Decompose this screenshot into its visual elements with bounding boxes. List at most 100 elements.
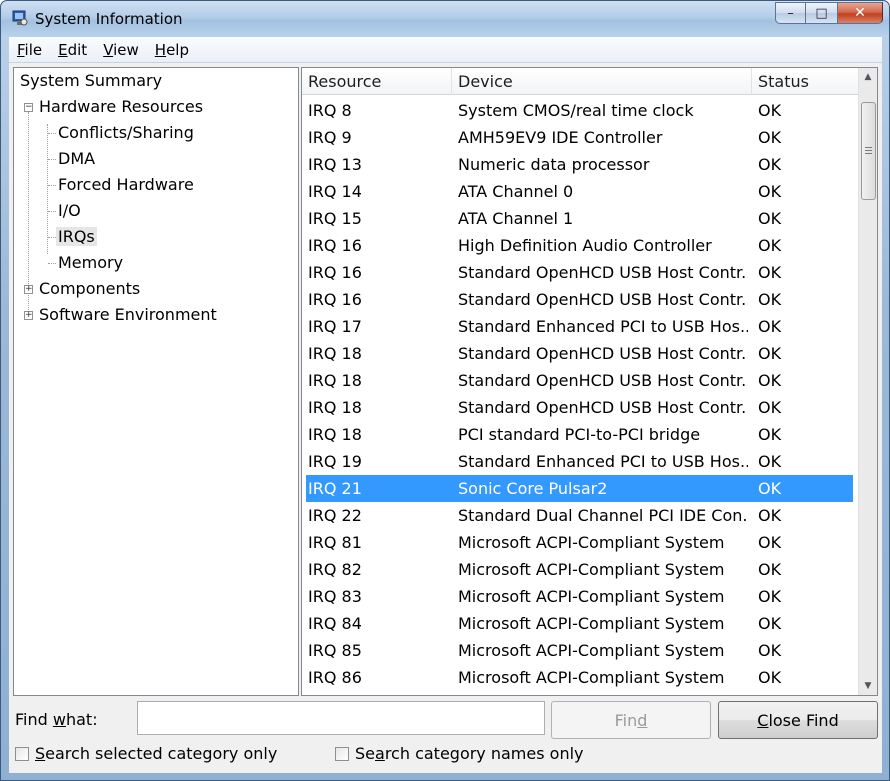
- cell-resource: IRQ 21: [308, 479, 362, 498]
- cell-device: Sonic Core Pulsar2: [458, 479, 608, 498]
- column-header-device[interactable]: Device: [452, 68, 752, 95]
- close-find-button[interactable]: Close Find: [718, 701, 878, 739]
- table-row[interactable]: IRQ 19 Standard Enhanced PCI to USB Hos..…: [306, 448, 853, 475]
- column-header-status[interactable]: Status: [752, 68, 858, 95]
- cell-resource: IRQ 8: [308, 101, 352, 120]
- table-row[interactable]: IRQ 9 AMH59EV9 IDE Controller OK: [306, 124, 853, 151]
- scroll-up-icon[interactable]: ▲: [859, 68, 877, 86]
- table-row[interactable]: IRQ 83 Microsoft ACPI-Compliant System OK: [306, 583, 853, 610]
- cell-device: ATA Channel 1: [458, 209, 574, 228]
- cell-status: OK: [758, 263, 782, 282]
- cell-status: OK: [758, 506, 782, 525]
- table-row[interactable]: IRQ 16 Standard OpenHCD USB Host Contr...…: [306, 286, 853, 313]
- menu-help[interactable]: Help: [147, 41, 197, 59]
- cell-status: OK: [758, 479, 782, 498]
- table-row[interactable]: IRQ 86 Microsoft ACPI-Compliant System OK: [306, 664, 853, 691]
- cell-device: AMH59EV9 IDE Controller: [458, 128, 663, 147]
- table-row[interactable]: IRQ 84 Microsoft ACPI-Compliant System OK: [306, 610, 853, 637]
- tree-item-dma[interactable]: DMA: [56, 146, 97, 172]
- menu-file[interactable]: File: [9, 41, 50, 59]
- cell-device: Standard OpenHCD USB Host Contr...: [458, 290, 748, 309]
- cell-status: OK: [758, 452, 782, 471]
- menu-edit[interactable]: Edit: [50, 41, 95, 59]
- table-row[interactable]: IRQ 17 Standard Enhanced PCI to USB Hos..…: [306, 313, 853, 340]
- table-row[interactable]: IRQ 18 Standard OpenHCD USB Host Contr...…: [306, 340, 853, 367]
- minimize-button[interactable]: –: [775, 2, 805, 24]
- menu-view[interactable]: View: [95, 41, 147, 59]
- search-selected-category-checkbox[interactable]: Search selected category only: [15, 744, 277, 763]
- system-information-window: System Information – □ ✕ File Edit View …: [0, 0, 890, 781]
- grip-line: [865, 153, 872, 154]
- cell-resource: IRQ 16: [308, 263, 362, 282]
- cell-resource: IRQ 15: [308, 209, 362, 228]
- grip-line: [865, 150, 872, 151]
- find-button[interactable]: Fin d: [551, 701, 711, 739]
- table-row[interactable]: IRQ 82 Microsoft ACPI-Compliant System OK: [306, 556, 853, 583]
- table-row[interactable]: IRQ 18 Standard OpenHCD USB Host Contr...…: [306, 367, 853, 394]
- table-row[interactable]: IRQ 81 Microsoft ACPI-Compliant System OK: [306, 529, 853, 556]
- table-row[interactable]: IRQ 18 Standard OpenHCD USB Host Contr...…: [306, 394, 853, 421]
- cell-status: OK: [758, 560, 782, 579]
- cell-resource: IRQ 17: [308, 317, 362, 336]
- collapse-icon[interactable]: −: [24, 103, 33, 112]
- table-row[interactable]: IRQ 85 Microsoft ACPI-Compliant System OK: [306, 637, 853, 664]
- tree-item-conflicts-sharing[interactable]: Conflicts/Sharing: [56, 120, 196, 146]
- tree-line: [48, 211, 56, 212]
- table-row[interactable]: IRQ 18 PCI standard PCI-to-PCI bridge OK: [306, 421, 853, 448]
- cell-device: PCI standard PCI-to-PCI bridge: [458, 425, 701, 444]
- resource-list[interactable]: Resource Device Status IRQ 8 System CMOS/…: [301, 67, 878, 696]
- tree-item-hardware-resources[interactable]: Hardware Resources: [37, 94, 205, 120]
- grip-line: [865, 147, 872, 148]
- scroll-down-icon[interactable]: ▼: [859, 677, 877, 695]
- expand-icon[interactable]: +: [24, 311, 33, 320]
- tree-item-io[interactable]: I/O: [56, 198, 83, 224]
- scroll-thumb[interactable]: [861, 102, 876, 200]
- tree-item-software-environment[interactable]: Software Environment: [37, 302, 219, 328]
- tree-item-components[interactable]: Components: [37, 276, 142, 302]
- tree-item-system-summary[interactable]: System Summary: [18, 68, 164, 94]
- cell-status: OK: [758, 425, 782, 444]
- cell-device: Standard Dual Channel PCI IDE Con...: [458, 506, 748, 525]
- cell-resource: IRQ 9: [308, 128, 352, 147]
- list-header: Resource Device Status: [302, 68, 858, 95]
- table-row[interactable]: IRQ 21 Sonic Core Pulsar2 OK: [306, 475, 853, 502]
- caption-buttons: – □ ✕: [775, 2, 883, 24]
- title-bar[interactable]: System Information – □ ✕: [1, 1, 889, 37]
- table-row[interactable]: IRQ 15 ATA Channel 1 OK: [306, 205, 853, 232]
- maximize-button[interactable]: □: [805, 2, 837, 24]
- cell-resource: IRQ 14: [308, 182, 362, 201]
- table-row[interactable]: IRQ 14 ATA Channel 0 OK: [306, 178, 853, 205]
- table-row[interactable]: IRQ 16 Standard OpenHCD USB Host Contr...…: [306, 259, 853, 286]
- expand-icon[interactable]: +: [24, 285, 33, 294]
- find-what-input[interactable]: [137, 701, 545, 735]
- checkbox-icon[interactable]: [335, 746, 349, 761]
- tree-line: [47, 124, 48, 254]
- cell-device: Standard Enhanced PCI to USB Hos...: [458, 317, 748, 336]
- tree-line: [28, 112, 29, 310]
- table-row[interactable]: IRQ 16 High Definition Audio Controller OK: [306, 232, 853, 259]
- search-category-names-checkbox[interactable]: Se a rch category names only: [335, 744, 584, 763]
- tree-item-memory[interactable]: Memory: [56, 250, 125, 276]
- cell-status: OK: [758, 398, 782, 417]
- cell-status: OK: [758, 155, 782, 174]
- cell-device: Standard OpenHCD USB Host Contr...: [458, 344, 748, 363]
- cell-device: Standard OpenHCD USB Host Contr...: [458, 398, 748, 417]
- table-row[interactable]: IRQ 13 Numeric data processor OK: [306, 151, 853, 178]
- cell-status: OK: [758, 587, 782, 606]
- cell-resource: IRQ 86: [308, 668, 362, 687]
- column-header-resource[interactable]: Resource: [302, 68, 452, 95]
- cell-status: OK: [758, 371, 782, 390]
- cell-device: Microsoft ACPI-Compliant System: [458, 560, 725, 579]
- table-row[interactable]: IRQ 22 Standard Dual Channel PCI IDE Con.…: [306, 502, 853, 529]
- cell-resource: IRQ 16: [308, 236, 362, 255]
- table-row[interactable]: IRQ 8 System CMOS/real time clock OK: [306, 97, 853, 124]
- vertical-scrollbar[interactable]: ▲ ▼: [858, 68, 877, 695]
- close-button[interactable]: ✕: [837, 2, 883, 24]
- cell-resource: IRQ 81: [308, 533, 362, 552]
- cell-device: System CMOS/real time clock: [458, 101, 694, 120]
- category-tree[interactable]: System Summary − Hardware Resources Conf…: [13, 67, 299, 696]
- cell-status: OK: [758, 317, 782, 336]
- checkbox-icon[interactable]: [15, 746, 29, 761]
- tree-item-irqs[interactable]: IRQs: [56, 224, 97, 250]
- tree-item-forced-hardware[interactable]: Forced Hardware: [56, 172, 196, 198]
